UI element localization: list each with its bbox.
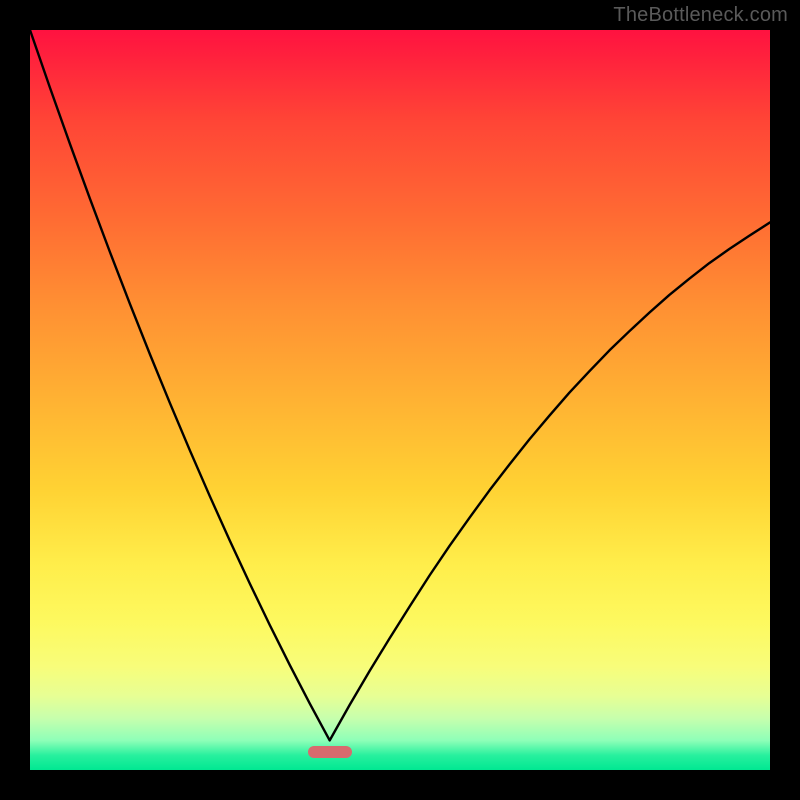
bottleneck-curve <box>30 30 770 770</box>
minimum-marker <box>308 746 352 758</box>
chart-plot-area <box>30 30 770 770</box>
watermark-text: TheBottleneck.com <box>613 4 788 27</box>
